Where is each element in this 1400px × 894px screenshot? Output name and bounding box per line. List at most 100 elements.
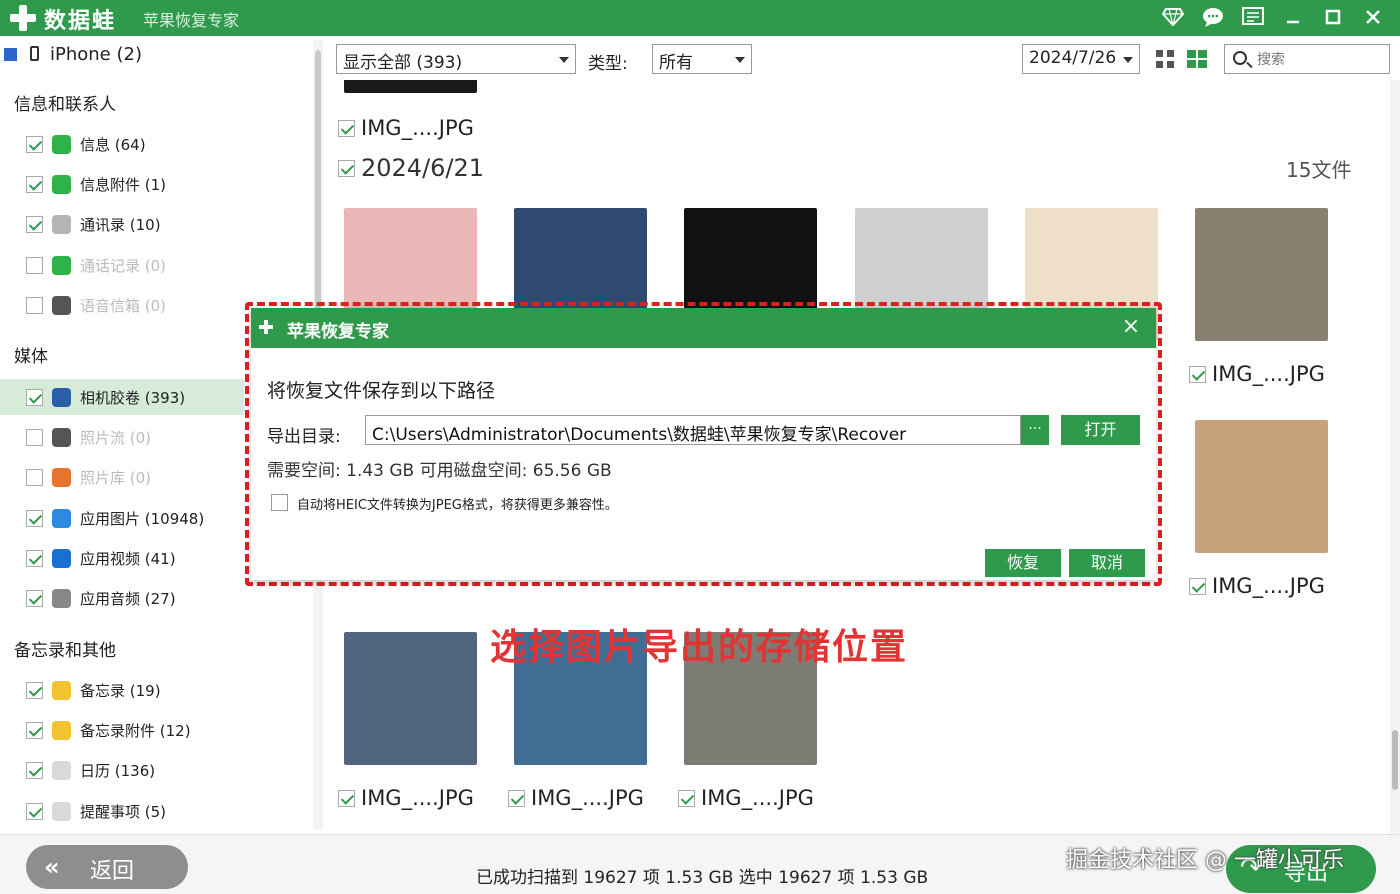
sidebar-item-label: 应用视频 (41) (80, 550, 176, 568)
app-videos-icon (52, 549, 71, 568)
group-title-media: 媒体 (14, 347, 48, 367)
content-scroll-thumb[interactable] (1392, 730, 1398, 790)
sidebar-item-checkbox[interactable] (26, 510, 43, 527)
sidebar-item-checkbox[interactable] (26, 176, 43, 193)
file-item-top[interactable]: IMG_....JPG (338, 116, 474, 140)
sidebar-item[interactable]: 通话记录 (0) (0, 247, 244, 283)
sidebar-item-checkbox[interactable] (26, 682, 43, 699)
sidebar-item-checkbox[interactable] (26, 216, 43, 233)
file-checkbox[interactable] (338, 789, 355, 807)
close-icon[interactable] (1360, 4, 1386, 30)
photo-thumbnail[interactable] (344, 80, 477, 93)
search-box[interactable] (1224, 44, 1390, 74)
file-item[interactable]: IMG_....JPG (678, 786, 814, 810)
sidebar-item-checkbox[interactable] (26, 469, 43, 486)
sidebar-item[interactable]: 语音信箱 (0) (0, 287, 244, 323)
browse-button[interactable]: ··· (1021, 415, 1049, 445)
sidebar-item[interactable]: 信息 (64) (0, 126, 244, 162)
minimize-icon[interactable] (1280, 4, 1306, 30)
file-item[interactable]: IMG_....JPG (1189, 362, 1325, 386)
content-scrollbar[interactable] (1390, 80, 1400, 834)
sidebar-item-label: 应用图片 (10948) (80, 510, 205, 528)
sidebar-item-checkbox[interactable] (26, 590, 43, 607)
sidebar-item[interactable]: 相机胶卷 (393) (0, 379, 244, 415)
space-info: 需要空间: 1.43 GB 可用磁盘空间: 65.56 GB (267, 461, 612, 481)
export-path-field[interactable]: C:\Users\Administrator\Documents\数据蛙\苹果恢… (365, 415, 1021, 445)
sidebar-item-checkbox[interactable] (26, 389, 43, 406)
device-label: iPhone (2) (50, 44, 142, 65)
sidebar-item-checkbox[interactable] (26, 429, 43, 446)
filter-select[interactable]: 显示全部 (393) (336, 44, 576, 74)
date-group-label: 2024/6/21 (361, 154, 485, 182)
file-checkbox[interactable] (1189, 365, 1206, 383)
sidebar-item-checkbox[interactable] (26, 136, 43, 153)
sidebar-item-label: 备忘录 (19) (80, 682, 161, 700)
calendar-icon (52, 761, 71, 780)
diamond-icon[interactable] (1160, 4, 1186, 30)
sidebar-item-checkbox[interactable] (26, 762, 43, 779)
sidebar-item[interactable]: 备忘录 (19) (0, 672, 244, 708)
message-attachment-icon (52, 175, 71, 194)
type-select[interactable]: 所有 (652, 44, 752, 74)
group-file-count: 15文件 (1286, 158, 1352, 182)
save-path-dialog: 苹果恢复专家 × 将恢复文件保存到以下路径 导出目录: C:\Users\Adm… (251, 308, 1156, 580)
grid-view-icon (1156, 50, 1174, 68)
chevron-down-icon (735, 57, 745, 63)
sidebar-item-label: 相机胶卷 (393) (80, 389, 186, 407)
file-item[interactable]: IMG_....JPG (1189, 574, 1325, 598)
sidebar-item[interactable]: 通讯录 (10) (0, 206, 244, 242)
file-checkbox[interactable] (678, 789, 695, 807)
file-checkbox[interactable] (338, 119, 355, 137)
sidebar-item[interactable]: 照片流 (0) (0, 419, 244, 455)
search-input[interactable] (1257, 49, 1381, 69)
photo-thumbnail[interactable] (344, 632, 477, 765)
sidebar-item-checkbox[interactable] (26, 550, 43, 567)
recover-button[interactable]: 恢复 (985, 549, 1061, 577)
export-dir-label: 导出目录: (267, 427, 341, 447)
contacts-icon (52, 215, 71, 234)
sidebar-item[interactable]: 应用图片 (10948) (0, 500, 244, 536)
notes-icon (52, 681, 71, 700)
cancel-button[interactable]: 取消 (1069, 549, 1145, 577)
file-checkbox[interactable] (1189, 577, 1206, 595)
app-photos-icon (52, 509, 71, 528)
maximize-icon[interactable] (1320, 4, 1346, 30)
sidebar-item[interactable]: 备忘录附件 (12) (0, 712, 244, 748)
sidebar-item[interactable]: 照片库 (0) (0, 459, 244, 495)
file-item[interactable]: IMG_....JPG (508, 786, 644, 810)
date-select-value: 2024/7/26 (1029, 48, 1117, 68)
title-bar: 数据蛙 苹果恢复专家 (0, 0, 1400, 36)
group-title-notes-other: 备忘录和其他 (14, 641, 116, 661)
back-button[interactable]: « 返回 (26, 845, 188, 889)
device-row[interactable]: iPhone (2) (0, 40, 300, 70)
date-group-header[interactable]: 2024/6/21 (338, 154, 484, 182)
toolbar: 显示全部 (393) 类型: 所有 2024/7/26 (326, 36, 1400, 80)
device-checkbox[interactable] (4, 48, 17, 61)
app-subtitle: 苹果恢复专家 (143, 11, 240, 30)
sidebar-item-checkbox[interactable] (26, 297, 43, 314)
heic-convert-checkbox[interactable] (271, 494, 288, 511)
chat-icon[interactable] (1200, 4, 1226, 30)
large-view-button[interactable] (1182, 44, 1212, 74)
file-checkbox[interactable] (508, 789, 525, 807)
sidebar-item[interactable]: 应用音频 (27) (0, 580, 244, 616)
logo-icon (10, 5, 36, 31)
open-button[interactable]: 打开 (1061, 415, 1140, 445)
sidebar-item[interactable]: 提醒事项 (5) (0, 793, 244, 829)
sidebar-item[interactable]: 应用视频 (41) (0, 540, 244, 576)
date-group-checkbox[interactable] (338, 159, 355, 177)
feedback-icon[interactable] (1240, 4, 1266, 30)
photo-library-icon (52, 468, 71, 487)
file-item[interactable]: IMG_....JPG (338, 786, 474, 810)
dialog-close-button[interactable]: × (1118, 314, 1144, 340)
sidebar-item-checkbox[interactable] (26, 257, 43, 274)
grid-view-button[interactable] (1150, 44, 1180, 74)
photo-thumbnail[interactable] (1195, 208, 1328, 341)
sidebar-item[interactable]: 日历 (136) (0, 752, 244, 788)
date-select[interactable]: 2024/7/26 (1022, 44, 1140, 74)
sidebar-item-checkbox[interactable] (26, 803, 43, 820)
sidebar-item-checkbox[interactable] (26, 722, 43, 739)
annotation-text: 选择图片导出的存储位置 (490, 627, 909, 668)
photo-thumbnail[interactable] (1195, 420, 1328, 553)
sidebar-item[interactable]: 信息附件 (1) (0, 166, 244, 202)
